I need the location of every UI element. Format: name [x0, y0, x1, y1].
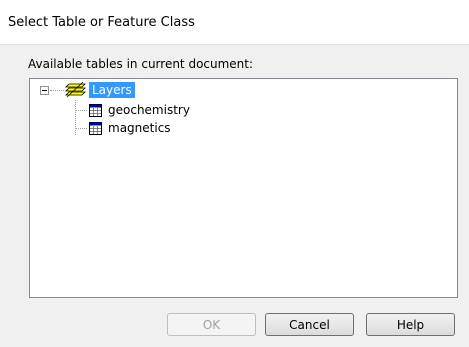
tree-node-magnetics-label: magnetics	[108, 121, 171, 135]
tree-node-magnetics[interactable]: magnetics	[30, 119, 330, 137]
collapse-toggle-icon[interactable]	[40, 86, 49, 95]
layers-icon	[65, 81, 86, 98]
dialog-title: Select Table or Feature Class	[8, 15, 195, 30]
table-icon	[89, 104, 102, 117]
tables-tree-view[interactable]: Layers geochemistry magnetics	[29, 78, 458, 298]
tree-connector	[75, 110, 87, 111]
select-table-dialog: Select Table or Feature Class Available …	[0, 0, 469, 347]
cancel-button[interactable]: Cancel	[265, 313, 354, 336]
tree-connector	[50, 90, 64, 91]
help-button[interactable]: Help	[366, 313, 455, 336]
tree-node-layers-label: Layers	[89, 82, 135, 98]
table-icon	[89, 122, 102, 135]
title-bar: Select Table or Feature Class	[0, 0, 469, 45]
tree-connector	[75, 128, 87, 129]
tree-node-layers[interactable]: Layers	[30, 79, 330, 101]
tree-node-geochemistry[interactable]: geochemistry	[30, 101, 330, 119]
tree-node-geochemistry-label: geochemistry	[108, 103, 190, 117]
tables-prompt-label: Available tables in current document:	[28, 57, 254, 71]
ok-button[interactable]: OK	[167, 313, 256, 336]
